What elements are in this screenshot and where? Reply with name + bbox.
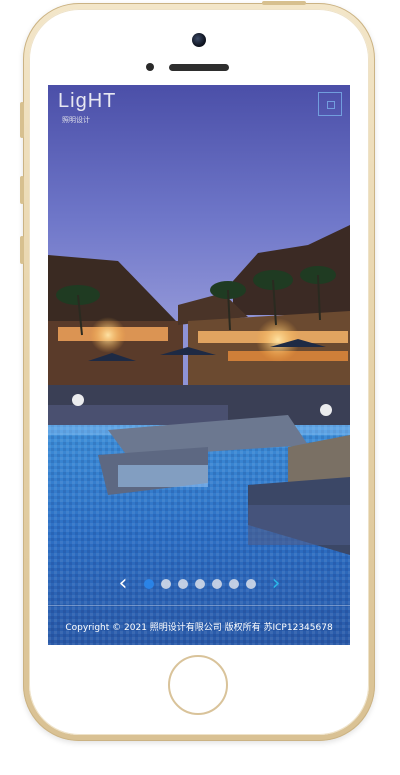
earpiece-speaker [169, 64, 229, 71]
next-arrow-icon[interactable]: › [267, 573, 285, 595]
brand-logo[interactable]: LigHT 照明设计 [58, 91, 115, 129]
slider-dot[interactable] [246, 579, 256, 589]
volume-down-button [20, 236, 24, 264]
slider-dot[interactable] [195, 579, 205, 589]
logo-text: LigHT [58, 90, 117, 112]
prev-arrow-icon[interactable]: ‹ [114, 573, 132, 595]
slider-dot[interactable] [229, 579, 239, 589]
home-button[interactable] [168, 655, 228, 715]
slider-dot[interactable] [144, 579, 154, 589]
phone-screen: LigHT 照明设计 ‹ › Copyright © 2021 照明设计有限公司… [48, 85, 350, 645]
slider-dot[interactable] [178, 579, 188, 589]
logo-subtitle: 照明设计 [62, 116, 90, 124]
footer-divider [48, 605, 350, 606]
proximity-sensor [146, 63, 154, 71]
hero-image [48, 85, 350, 645]
copyright-text: Copyright © 2021 照明设计有限公司 版权所有 苏ICP12345… [65, 623, 333, 633]
slider-dot[interactable] [161, 579, 171, 589]
slider-dot[interactable] [212, 579, 222, 589]
menu-icon[interactable] [318, 92, 342, 116]
power-button [262, 1, 306, 5]
front-camera-icon [192, 33, 206, 47]
silent-switch [20, 102, 24, 138]
volume-up-button [20, 176, 24, 204]
slider-controls: ‹ › [48, 573, 350, 595]
